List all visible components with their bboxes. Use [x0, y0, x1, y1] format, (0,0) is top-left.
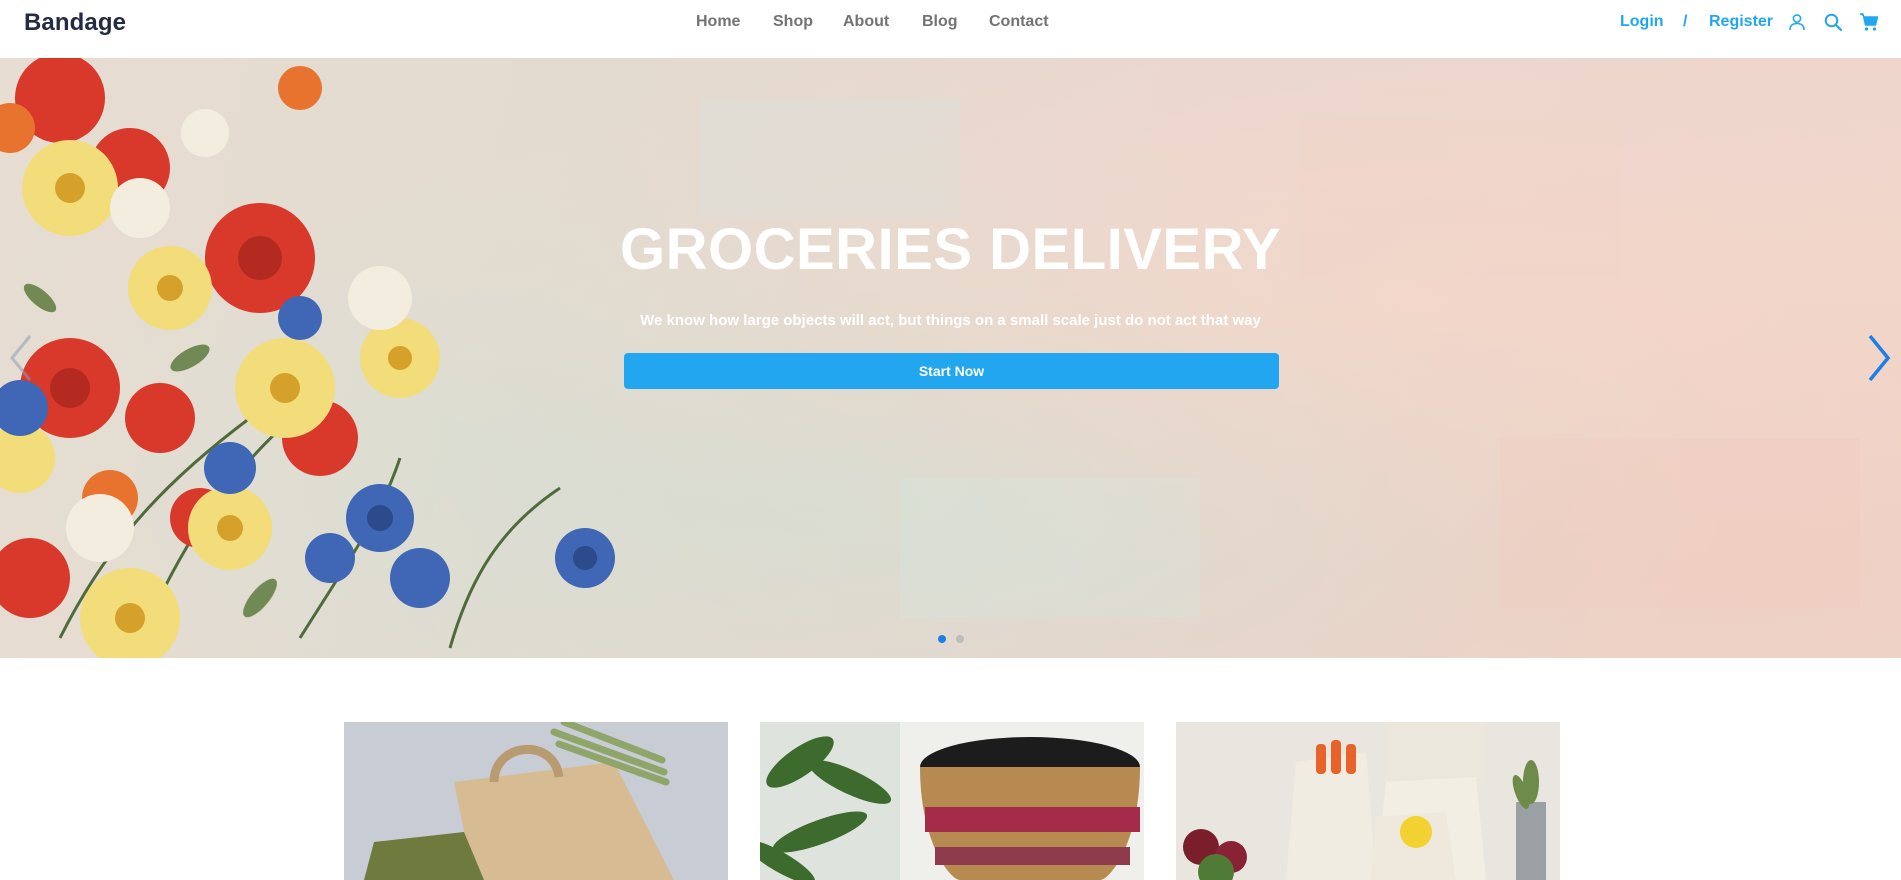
carousel-prev-arrow-icon[interactable] — [4, 328, 38, 388]
auth-separator: / — [1683, 13, 1688, 30]
hero-carousel: GROCERIES DELIVERY We know how large obj… — [0, 58, 1901, 658]
nav-home[interactable]: Home — [696, 13, 740, 31]
hero-subtitle: We know how large objects will act, but … — [640, 312, 1261, 329]
main-nav: Home Shop About Blog Contact — [0, 0, 1901, 46]
cart-icon[interactable] — [1859, 12, 1879, 32]
user-icon[interactable] — [1787, 12, 1807, 32]
carousel-dot-2[interactable] — [956, 635, 964, 643]
carousel-next-arrow-icon[interactable] — [1862, 328, 1896, 388]
paper-bag-image[interactable] — [344, 722, 728, 880]
carousel-pagination — [938, 635, 968, 645]
hero-title: GROCERIES DELIVERY — [619, 217, 1282, 282]
login-link[interactable]: Login — [1620, 13, 1664, 31]
woven-basket-image[interactable] — [760, 722, 1144, 880]
nav-shop[interactable]: Shop — [773, 13, 813, 31]
carousel-dot-1[interactable] — [938, 635, 946, 643]
nav-blog[interactable]: Blog — [922, 13, 958, 31]
register-link[interactable]: Register — [1709, 13, 1773, 31]
nav-contact[interactable]: Contact — [989, 13, 1049, 31]
nav-about[interactable]: About — [843, 13, 889, 31]
start-now-button[interactable]: Start Now — [624, 353, 1279, 389]
site-header: Bandage Home Shop About Blog Contact Log… — [0, 0, 1901, 58]
search-icon[interactable] — [1823, 12, 1843, 32]
cotton-produce-bags-image[interactable] — [1176, 722, 1560, 880]
